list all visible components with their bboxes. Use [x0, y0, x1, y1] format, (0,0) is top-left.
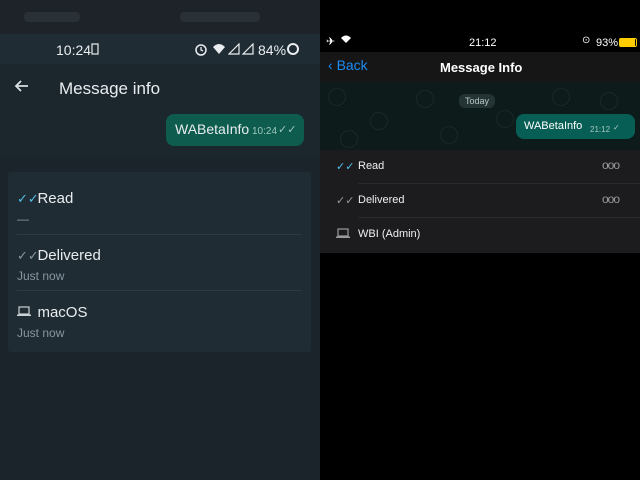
sim-icon — [91, 42, 99, 58]
info-row-read[interactable]: ✓✓ Read ooo — [320, 150, 640, 184]
divider — [17, 234, 302, 235]
back-button[interactable]: ‹ Back — [328, 57, 368, 73]
doodle-pattern — [496, 110, 514, 128]
info-row-device[interactable]: WBI (Admin) — [320, 218, 640, 252]
message-time: 21:12 — [590, 125, 611, 134]
info-subtext: Just now — [17, 269, 65, 283]
wifi-icon — [212, 42, 226, 58]
info-row-delivered: ✓✓ Delivered Just now — [17, 247, 101, 283]
status-time: 10:24 — [56, 42, 92, 58]
message-time: 10:24 — [252, 126, 278, 137]
chat-background: Today WABetaInfo 21:12 ✓ — [320, 82, 640, 150]
info-label: WBI (Admin) — [358, 228, 421, 240]
divider — [17, 290, 302, 291]
laptop-icon — [336, 228, 350, 242]
info-label: Delivered — [37, 247, 101, 264]
battery-icon — [619, 38, 637, 47]
battery-percent: 93% — [596, 37, 619, 49]
ios-nav-bar: ‹ Back Message Info — [320, 52, 640, 82]
rotation-lock-icon: ⊙ — [582, 35, 591, 46]
doodle-pattern — [370, 112, 388, 130]
double-check-icon: ✓ — [613, 123, 620, 132]
doodle-pattern — [600, 92, 618, 110]
info-label: Read — [358, 160, 385, 172]
doodle-pattern — [440, 126, 458, 144]
back-label: Back — [336, 57, 368, 73]
page-title: Message Info — [440, 60, 523, 75]
battery-percent: 84% — [258, 42, 287, 58]
info-label: Delivered — [358, 194, 405, 206]
ios-panel: ✈ 21:12 ⊙ 93% ‹ Back Message Info Today … — [320, 0, 640, 480]
chat-header: Message info WABetaInfo 10:24 ✓✓ — [0, 64, 320, 156]
page-title: Message info — [59, 79, 161, 98]
signal-icon — [241, 42, 254, 58]
airplane-icon: ✈ — [326, 36, 336, 48]
info-subtext: Just now — [17, 326, 65, 340]
info-row-read: ✓✓ Read — — [17, 190, 73, 226]
wifi-icon — [340, 34, 352, 47]
battery-icon — [286, 42, 300, 59]
alarm-icon — [194, 42, 208, 59]
message-text: WABetaInfo — [175, 121, 250, 137]
doodle-pattern — [416, 90, 434, 108]
more-dots-icon[interactable]: ooo — [602, 192, 620, 206]
back-arrow-icon[interactable] — [12, 76, 34, 98]
double-check-icon: ✓✓ — [278, 124, 297, 136]
ios-status-bar: ✈ 21:12 ⊙ 93% — [320, 34, 640, 52]
blurred-text — [24, 12, 80, 22]
delivered-check-icon: ✓✓ — [336, 195, 355, 207]
date-badge: Today — [459, 94, 496, 108]
blurred-text — [180, 12, 260, 22]
read-check-icon: ✓✓ — [336, 161, 355, 173]
info-subtext: — — [17, 212, 29, 226]
read-check-icon: ✓✓ — [17, 191, 39, 206]
chevron-left-icon: ‹ — [328, 57, 333, 73]
message-info-card: ✓✓ Read — ✓✓ Delivered Just now macOS Ju… — [8, 172, 311, 352]
info-row-macos: macOS Just now — [17, 304, 87, 340]
info-label: macOS — [37, 304, 88, 321]
delivered-check-icon: ✓✓ — [17, 248, 39, 263]
android-status-bar: 10:24 84% — [0, 34, 320, 64]
doodle-pattern — [340, 130, 358, 148]
message-info-list: ✓✓ Read ooo ✓✓ Delivered ooo WBI (Admin) — [320, 150, 640, 253]
status-time: 21:12 — [469, 37, 497, 49]
info-label: Read — [37, 190, 74, 207]
blurred-top-bar — [0, 0, 320, 34]
laptop-icon — [17, 305, 33, 320]
message-text: WABetaInfo — [524, 120, 583, 132]
message-bubble[interactable]: WABetaInfo 10:24 ✓✓ — [166, 114, 304, 146]
android-panel: 10:24 84% Message info WABetaInfo 10:24 … — [0, 0, 320, 480]
message-bubble[interactable]: WABetaInfo 21:12 ✓ — [516, 114, 635, 139]
doodle-pattern — [552, 88, 570, 106]
signal-icon — [227, 42, 240, 58]
info-row-delivered[interactable]: ✓✓ Delivered ooo — [320, 184, 640, 218]
more-dots-icon[interactable]: ooo — [602, 158, 620, 172]
doodle-pattern — [328, 88, 346, 106]
